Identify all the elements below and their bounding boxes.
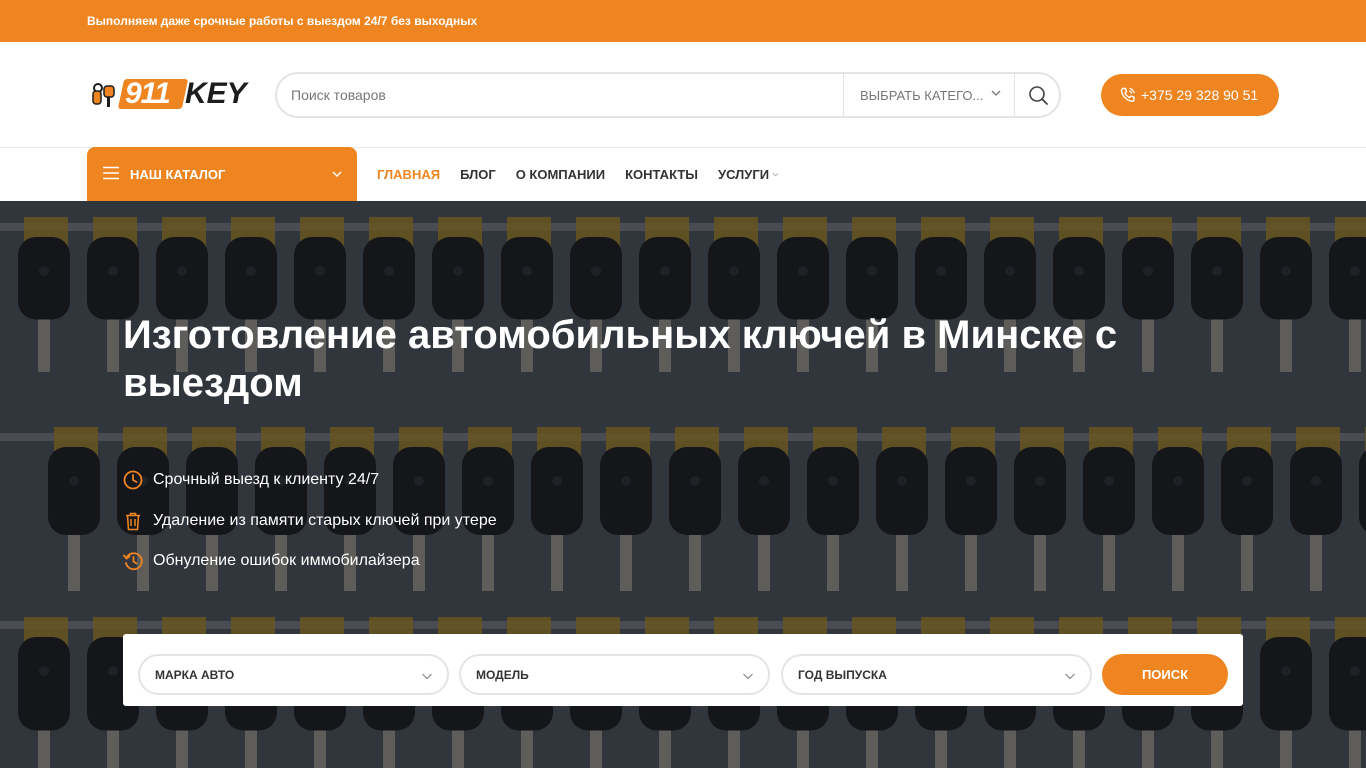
logo-word: KEY: [185, 77, 247, 110]
chevron-down-icon: [422, 673, 432, 680]
clock-icon: [123, 470, 143, 490]
feature-item: Срочный выезд к клиенту 24/7: [123, 468, 643, 492]
search-icon: [1029, 86, 1048, 105]
phone-number: +375 29 328 90 51: [1141, 87, 1259, 103]
keys-logo-icon: [92, 83, 115, 107]
hero-title: Изготовление автомобильных ключей в Минс…: [123, 313, 1118, 405]
nav-link-contacts[interactable]: КОНТАКТЫ: [625, 167, 698, 182]
phone-icon: [1120, 87, 1135, 103]
chevron-down-icon: [743, 673, 753, 680]
chevron-down-icon: [332, 171, 342, 177]
model-select-label: МОДЕЛЬ: [476, 668, 529, 682]
brand-select[interactable]: МАРКА АВТО: [138, 654, 449, 695]
product-search: Выбрать катего...: [275, 72, 1061, 118]
trash-icon: [126, 512, 140, 531]
hero-section: Изготовление автомобильных ключей в Минс…: [0, 201, 1366, 768]
nav-link-services-label: УСЛУГИ: [718, 167, 770, 182]
category-select-label: Выбрать катего...: [860, 88, 984, 103]
menu-icon: [103, 166, 119, 180]
nav-link-home[interactable]: ГЛАВНАЯ: [377, 167, 440, 182]
chevron-down-icon: [1065, 673, 1075, 680]
chevron-down-icon: [772, 172, 779, 177]
catalog-menu-button[interactable]: НАШ КАТАЛОГ: [87, 147, 357, 201]
finder-search-label: ПОИСК: [1141, 667, 1189, 682]
year-select[interactable]: ГОД ВЫПУСКА: [781, 654, 1092, 695]
site-header: 911 KEY Выбрать катего... +375 29 328 90…: [0, 42, 1366, 148]
history-icon: [123, 552, 143, 571]
car-key-finder: МАРКА АВТО МОДЕЛЬ ГОД ВЫПУСКА ПОИСК: [123, 634, 1243, 706]
search-button[interactable]: [1017, 74, 1061, 116]
phone-button[interactable]: +375 29 328 90 51: [1101, 74, 1279, 116]
nav-link-about[interactable]: О КОМПАНИИ: [516, 167, 605, 182]
nav-link-services[interactable]: УСЛУГИ: [718, 167, 779, 182]
feature-text: Обнуление ошибок иммобилайзера: [153, 552, 420, 569]
nav-links: ГЛАВНАЯ БЛОГ О КОМПАНИИ КОНТАКТЫ УСЛУГИ: [377, 167, 779, 182]
site-logo[interactable]: 911 KEY: [89, 78, 251, 112]
feature-item: Обнуление ошибок иммобилайзера: [123, 549, 643, 573]
year-select-label: ГОД ВЫПУСКА: [798, 668, 887, 682]
announcement-text: Выполняем даже срочные работы с выездом …: [87, 14, 478, 28]
main-navigation: НАШ КАТАЛОГ ГЛАВНАЯ БЛОГ О КОМПАНИИ КОНТ…: [0, 147, 1366, 201]
feature-item: Удаление из памяти старых ключей при уте…: [123, 509, 643, 533]
feature-text: Удаление из памяти старых ключей при уте…: [153, 512, 497, 529]
top-announcement-bar: Выполняем даже срочные работы с выездом …: [0, 0, 1366, 42]
finder-search-button[interactable]: ПОИСК: [1102, 654, 1228, 695]
search-input[interactable]: [291, 74, 831, 116]
chevron-down-icon: [991, 90, 1001, 96]
nav-link-blog[interactable]: БЛОГ: [460, 167, 496, 182]
category-select[interactable]: Выбрать катего...: [843, 74, 1015, 116]
catalog-label: НАШ КАТАЛОГ: [130, 167, 226, 182]
model-select[interactable]: МОДЕЛЬ: [459, 654, 770, 695]
brand-select-label: МАРКА АВТО: [155, 668, 235, 682]
feature-text: Срочный выезд к клиенту 24/7: [153, 471, 380, 488]
logo-number: 911: [125, 77, 171, 110]
